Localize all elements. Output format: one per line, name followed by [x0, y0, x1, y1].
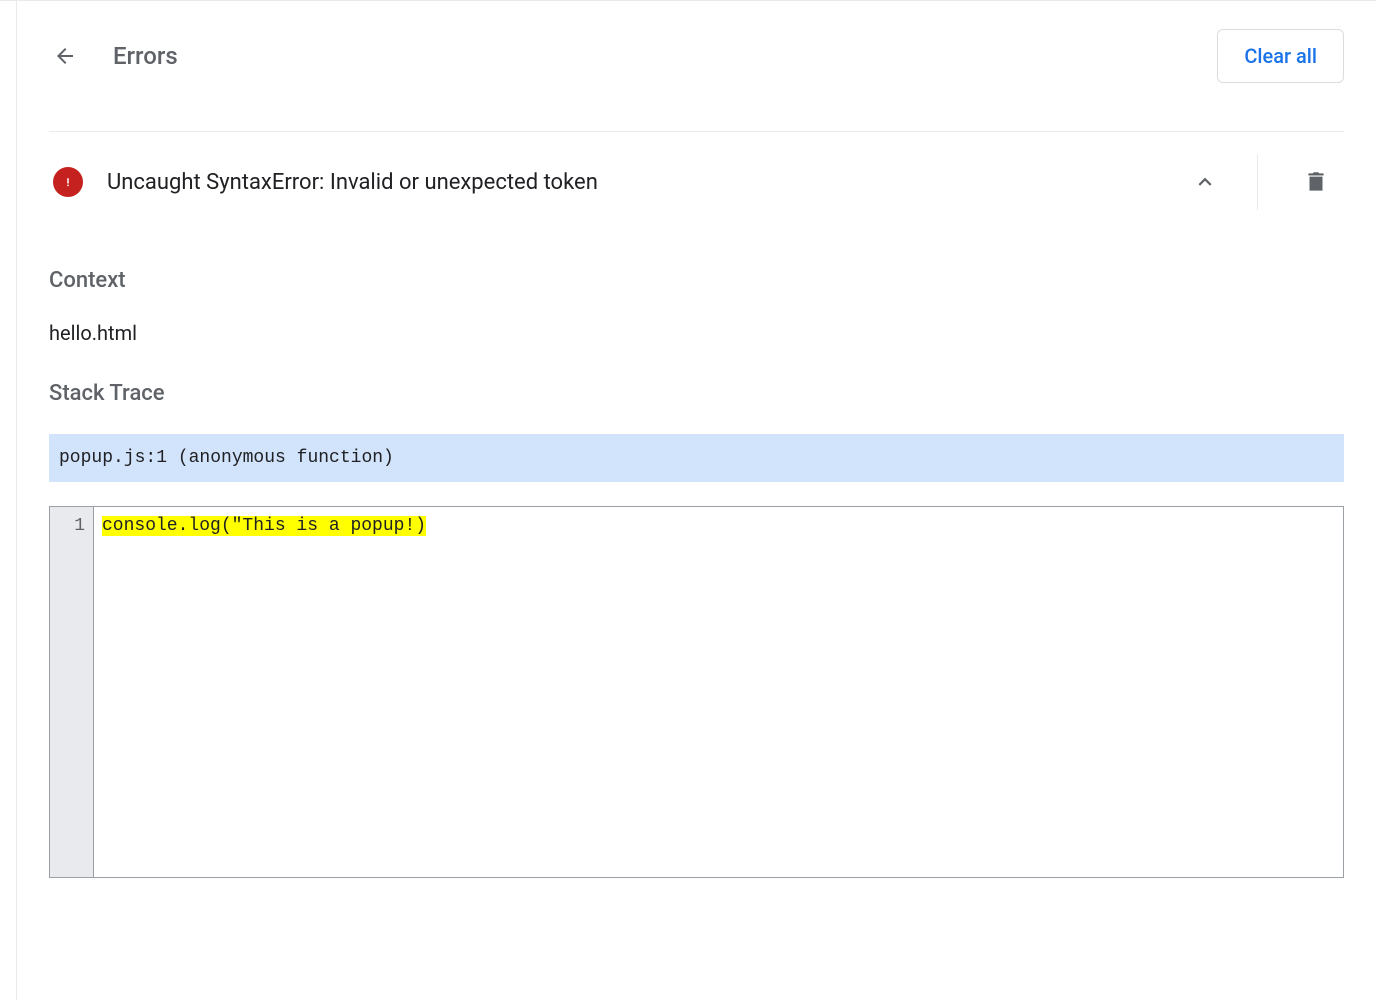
- error-message: Uncaught SyntaxError: Invalid or unexpec…: [107, 170, 1177, 195]
- code-area: console.log("This is a popup!): [94, 507, 1343, 877]
- chevron-up-icon: [1192, 169, 1218, 195]
- header-row: Errors Clear all: [49, 1, 1344, 131]
- code-gutter: 1: [50, 507, 94, 877]
- error-row-header: Uncaught SyntaxError: Invalid or unexpec…: [49, 132, 1344, 232]
- stack-trace-line[interactable]: popup.js:1 (anonymous function): [49, 434, 1344, 482]
- context-label: Context: [49, 268, 1344, 293]
- delete-error-button[interactable]: [1288, 154, 1344, 210]
- page-title: Errors: [113, 42, 1217, 70]
- error-icon: [53, 167, 83, 197]
- collapse-toggle[interactable]: [1177, 154, 1233, 210]
- line-number: 1: [50, 513, 85, 540]
- vertical-divider: [1257, 154, 1258, 210]
- code-line-highlighted: console.log("This is a popup!): [102, 516, 426, 536]
- clear-all-button[interactable]: Clear all: [1217, 29, 1344, 83]
- context-file: hello.html: [49, 321, 1344, 345]
- trash-icon: [1303, 169, 1329, 195]
- code-panel: 1 console.log("This is a popup!): [49, 506, 1344, 878]
- stack-trace-label: Stack Trace: [49, 381, 1344, 406]
- back-arrow-icon[interactable]: [53, 44, 77, 68]
